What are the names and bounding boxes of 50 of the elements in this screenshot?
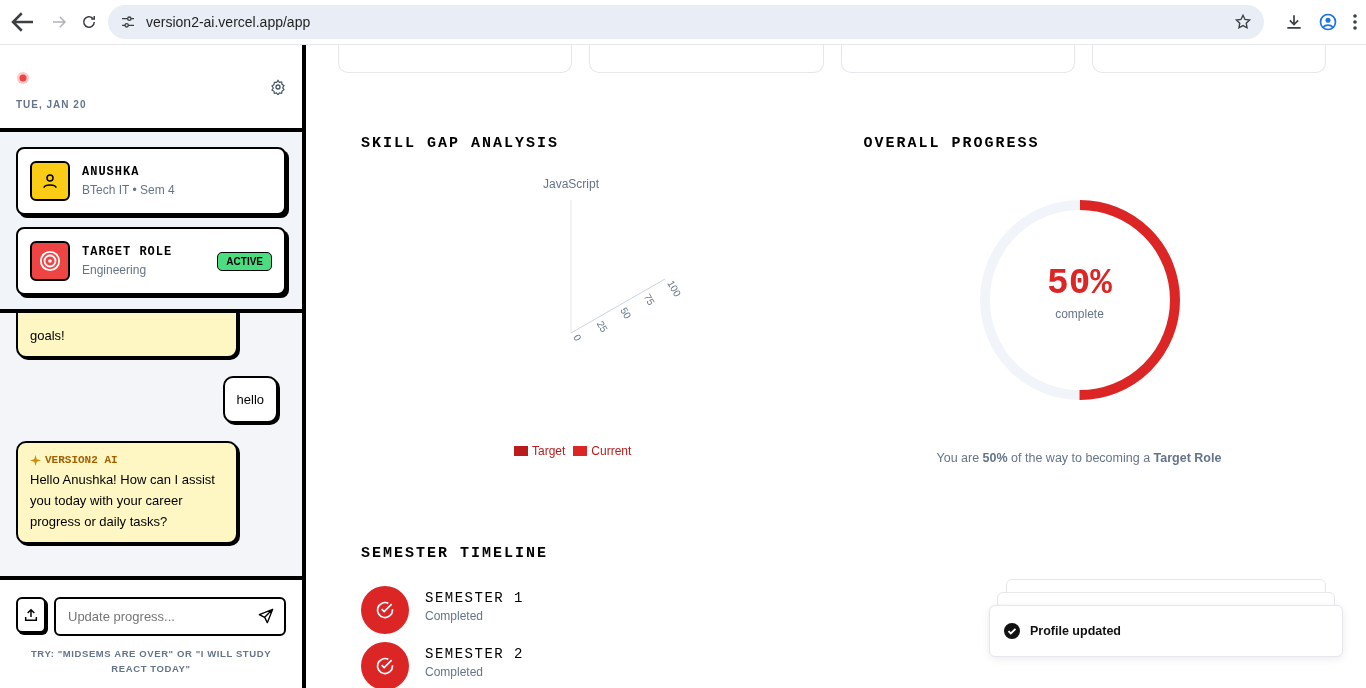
section-title: SKILL GAP ANALYSIS [361, 135, 561, 152]
download-icon[interactable] [1284, 12, 1304, 32]
sparkle-icon [30, 454, 41, 466]
toast-text: Profile updated [1030, 624, 1121, 638]
section-title: OVERALL PROGRESS [863, 135, 1041, 152]
check-circle-icon [375, 656, 395, 676]
progress-caption: You are 50% of the way to becoming a Target Role [936, 451, 1223, 465]
menu-icon[interactable] [1352, 13, 1358, 31]
target-role-label: TARGET ROLE [82, 245, 174, 259]
reload-icon[interactable] [80, 13, 98, 31]
progress-label: complete [1055, 307, 1104, 321]
semester-status: Completed [425, 609, 485, 623]
profile-name: ANUSHKA [82, 165, 141, 179]
tick-label: 0 [571, 332, 584, 343]
profile-subtitle: BTech IT • Sem 4 [82, 183, 176, 197]
message-text: Hello Anushka! How can I assist you today with your career progress or daily tasks? [30, 471, 216, 531]
tick-label: 100 [665, 278, 684, 299]
target-icon [39, 250, 61, 272]
person-icon [41, 172, 59, 190]
semester-label: SEMESTER 2 [425, 646, 524, 662]
site-settings-icon[interactable] [120, 14, 136, 30]
upload-button[interactable] [16, 597, 46, 633]
section-title: SEMESTER TIMELINE [361, 545, 550, 562]
upload-icon [23, 607, 39, 623]
send-icon[interactable] [258, 608, 274, 624]
star-icon[interactable] [1234, 13, 1252, 31]
legend-label[interactable]: Target [532, 444, 566, 458]
axis-label: JavaScript [543, 177, 599, 191]
check-circle-icon [375, 600, 395, 620]
ai-message: goals! [16, 313, 238, 358]
tick-label: 75 [641, 292, 657, 308]
legend-label[interactable]: Current [591, 444, 632, 458]
tick-label: 25 [594, 319, 610, 335]
message-input[interactable]: Update progress... [54, 597, 286, 636]
target-role-value: Engineering [82, 263, 148, 277]
hint-text: TRY: "MIDSEMS ARE OVER" OR "I WILL STUDY REACT TODAY" [29, 647, 273, 676]
address-bar[interactable]: version2-ai.vercel.app/app [108, 5, 1264, 39]
profile-icon[interactable] [1318, 12, 1338, 32]
progress-percent: 50% [1047, 265, 1112, 303]
logo-icon [16, 71, 30, 85]
sender-name: VERSION2 AI [45, 453, 118, 467]
user-message: hello [222, 376, 278, 423]
date-label: TUE, JAN 20 [16, 99, 87, 110]
semester-status: Completed [425, 665, 485, 679]
check-circle-icon [1004, 623, 1020, 639]
status-badge: ACTIVE [217, 251, 272, 271]
settings-icon[interactable] [270, 78, 286, 95]
tick-label: 50 [618, 305, 634, 321]
semester-label: SEMESTER 1 [425, 590, 524, 606]
url-text: version2-ai.vercel.app/app [146, 14, 312, 30]
